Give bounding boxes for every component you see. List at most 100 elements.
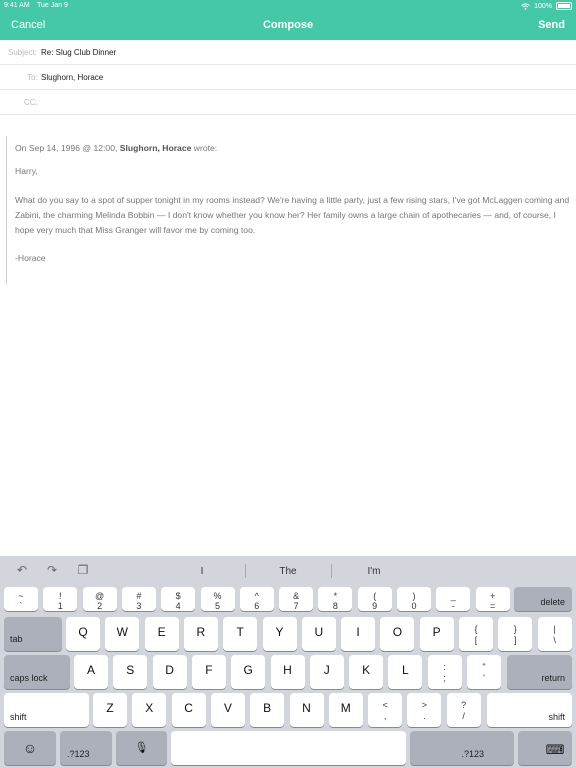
key-;[interactable]: :; bbox=[427, 655, 462, 689]
key-h[interactable]: H bbox=[270, 655, 305, 689]
key-6[interactable]: ^ 6 bbox=[239, 587, 274, 611]
key-.-lower: . bbox=[423, 711, 426, 721]
key-[[interactable]: {[ bbox=[459, 617, 493, 651]
key-b[interactable]: B bbox=[250, 693, 285, 727]
delete-label: delete bbox=[540, 597, 565, 607]
key-e-label: E bbox=[157, 625, 166, 639]
delete-key[interactable]: delete bbox=[514, 587, 572, 611]
space-key[interactable] bbox=[171, 731, 406, 765]
key-b-label: B bbox=[263, 701, 272, 715]
shift-left-key[interactable]: shift bbox=[4, 693, 89, 727]
key-i[interactable]: I bbox=[341, 617, 376, 651]
key-o[interactable]: O bbox=[380, 617, 415, 651]
subject-label: Subject: bbox=[8, 48, 37, 57]
caps-lock-key[interactable]: caps lock bbox=[4, 655, 70, 689]
key-t[interactable]: T bbox=[223, 617, 258, 651]
key-y[interactable]: Y bbox=[262, 617, 297, 651]
key-2-lower: 2 bbox=[97, 601, 103, 611]
to-value[interactable]: Slughorn, Horace bbox=[41, 73, 103, 82]
key-=[interactable]: + = bbox=[475, 587, 510, 611]
key-a[interactable]: A bbox=[74, 655, 108, 689]
subject-value[interactable]: Re: Slug Club Dinner bbox=[41, 48, 116, 57]
wifi-icon bbox=[521, 2, 530, 10]
key-9[interactable]: (9 bbox=[357, 587, 392, 611]
key-j[interactable]: J bbox=[309, 655, 344, 689]
suggestion-3[interactable]: I'm bbox=[331, 566, 417, 577]
key-c-label: C bbox=[184, 701, 193, 715]
page-title: Compose bbox=[262, 19, 314, 31]
key-5-upper: % bbox=[213, 591, 222, 601]
key-e[interactable]: E bbox=[144, 617, 179, 651]
key-o-label: O bbox=[392, 625, 403, 639]
undo-icon[interactable]: ↶ bbox=[15, 563, 29, 577]
key-c[interactable]: C bbox=[171, 693, 206, 727]
status-time: 9:41 AM bbox=[4, 2, 30, 9]
paste-icon[interactable]: ❐ bbox=[76, 563, 90, 577]
hide-keyboard-key[interactable]: ⌨ bbox=[518, 731, 572, 765]
key-d[interactable]: D bbox=[152, 655, 187, 689]
shift-right-key[interactable]: shift bbox=[487, 693, 572, 727]
key-r-label: R bbox=[196, 625, 206, 639]
key-x[interactable]: X bbox=[132, 693, 167, 727]
key-i-label: I bbox=[356, 625, 360, 639]
key-/[interactable]: ? / bbox=[446, 693, 481, 727]
to-field[interactable]: To: Slughorn, Horace bbox=[0, 65, 576, 90]
key-f[interactable]: F bbox=[191, 655, 226, 689]
key-s[interactable]: S bbox=[113, 655, 148, 689]
key-p[interactable]: P bbox=[419, 617, 454, 651]
key-8[interactable]: * 8 bbox=[318, 587, 353, 611]
key-][interactable]: }] bbox=[498, 617, 533, 651]
key-[-lower: [ bbox=[474, 635, 478, 645]
key-w[interactable]: W bbox=[105, 617, 140, 651]
key-r[interactable]: R bbox=[183, 617, 218, 651]
key-5-lower: 5 bbox=[214, 601, 220, 611]
key-2-upper: @ bbox=[95, 591, 105, 601]
key-\[interactable]: | \ bbox=[537, 617, 572, 651]
key-m-label: M bbox=[340, 701, 351, 715]
key-0-upper: ) bbox=[412, 591, 416, 601]
key-1[interactable]: ! 1 bbox=[43, 587, 78, 611]
key-u[interactable]: U bbox=[301, 617, 336, 651]
key-0[interactable]: ) 0 bbox=[397, 587, 431, 611]
key-q[interactable]: Q bbox=[66, 617, 100, 651]
key-g[interactable]: G bbox=[231, 655, 266, 689]
key-`[interactable]: ~ ` bbox=[4, 587, 38, 611]
quote-body: What do you say to a spot of supper toni… bbox=[15, 195, 570, 235]
key-k[interactable]: K bbox=[349, 655, 384, 689]
suggestion-1[interactable]: I bbox=[159, 566, 245, 577]
key-,[interactable]: <, bbox=[368, 693, 403, 727]
key-[-upper: { bbox=[474, 624, 478, 634]
key--[interactable]: _ - bbox=[436, 587, 471, 611]
subject-field[interactable]: Subject: Re: Slug Club Dinner bbox=[0, 40, 576, 65]
tab-key[interactable]: tab bbox=[4, 617, 62, 651]
suggestion-2[interactable]: The bbox=[245, 566, 331, 577]
cc-label: CC: bbox=[24, 98, 38, 107]
key-l[interactable]: L bbox=[388, 655, 423, 689]
key-n-label: N bbox=[302, 701, 311, 715]
key-.[interactable]: >. bbox=[407, 693, 442, 727]
numbers-left-key[interactable]: .?123 bbox=[60, 731, 112, 765]
numbers-left-label: .?123 bbox=[67, 749, 90, 759]
key-m[interactable]: M bbox=[328, 693, 363, 727]
redo-icon[interactable]: ↷ bbox=[45, 563, 59, 577]
numbers-right-key[interactable]: .?123 bbox=[410, 731, 514, 765]
quote-signature: -Horace bbox=[15, 253, 46, 263]
key-7[interactable]: & 7 bbox=[279, 587, 314, 611]
key-5[interactable]: % 5 bbox=[200, 587, 235, 611]
key-z[interactable]: Z bbox=[93, 693, 127, 727]
key-6-lower: 6 bbox=[254, 601, 260, 611]
key-n[interactable]: N bbox=[289, 693, 324, 727]
cc-field[interactable]: CC: bbox=[0, 90, 576, 115]
key-'[interactable]: " ' bbox=[467, 655, 501, 689]
key-2[interactable]: @2 bbox=[82, 587, 117, 611]
key-v[interactable]: V bbox=[210, 693, 245, 727]
microphone-key[interactable]: 🎙 bbox=[116, 731, 167, 765]
key-0-lower: 0 bbox=[411, 601, 417, 611]
key---lower: - bbox=[451, 601, 455, 611]
key-3[interactable]: #3 bbox=[121, 587, 156, 611]
return-key[interactable]: return bbox=[507, 655, 572, 689]
emoji-key[interactable]: ☺ bbox=[4, 731, 56, 765]
send-button[interactable]: Send bbox=[538, 19, 565, 31]
quote-prefix: On Sep 14, 1996 @ 12:00, bbox=[15, 143, 118, 153]
key-4[interactable]: $4 bbox=[161, 587, 196, 611]
